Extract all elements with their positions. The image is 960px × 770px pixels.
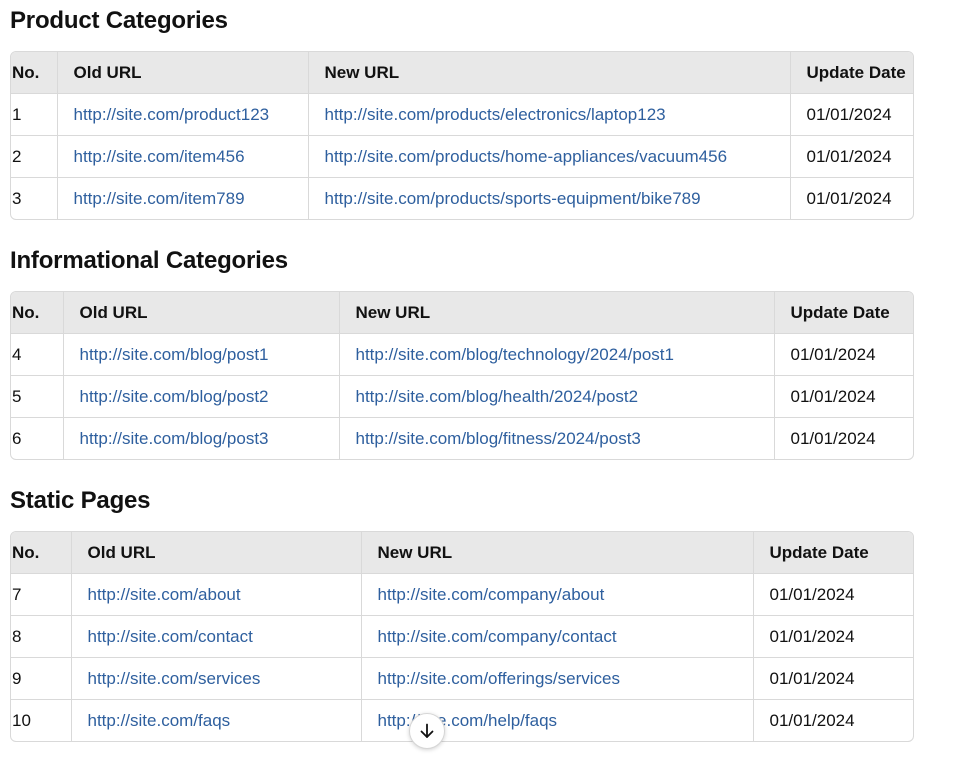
- new-url-link[interactable]: http://site.com/products/sports-equipmen…: [308, 177, 791, 219]
- section-title: Product Categories: [10, 7, 228, 34]
- update-date: 01/01/2024: [753, 573, 913, 616]
- new-url-link[interactable]: http://site.com/offerings/services: [361, 657, 754, 700]
- header-no: No.: [11, 292, 64, 334]
- new-url-link[interactable]: http://site.com/blog/technology/2024/pos…: [339, 333, 775, 376]
- update-date: 01/01/2024: [790, 428, 876, 448]
- header-new-url: New URL: [361, 532, 754, 574]
- old-url-link[interactable]: http://site.com/item456: [57, 135, 309, 178]
- table-row: 9 http://site.com/services http://site.c…: [11, 657, 913, 700]
- table-row: 2 http://site.com/item456 http://site.co…: [11, 135, 913, 178]
- header-old-url: Old URL: [57, 52, 309, 94]
- old-url-link[interactable]: http://site.com/product123: [57, 93, 309, 136]
- new-url-link[interactable]: http://site.com/products/home-appliances…: [308, 135, 791, 178]
- old-url-link[interactable]: http://site.com/blog/post1: [63, 333, 340, 376]
- new-url-link[interactable]: http://site.com/company/contact: [361, 615, 754, 658]
- update-date: 01/01/2024: [753, 615, 913, 658]
- section-product-categories: Product Categories No. Old URL New URL U…: [10, 5, 914, 220]
- static-pages-table: No. Old URL New URL Update Date 7 http:/…: [10, 531, 914, 742]
- table-row: 4 http://site.com/blog/post1 http://site…: [11, 333, 913, 376]
- new-url-link[interactable]: http://site.com/blog/health/2024/post2: [339, 375, 775, 418]
- row-number: 9: [11, 657, 72, 700]
- row-number: 1: [11, 93, 58, 136]
- old-url-link[interactable]: http://site.com/contact: [71, 615, 362, 658]
- header-update-date: Update Date: [790, 52, 913, 94]
- row-number: 10: [11, 699, 72, 741]
- header-no: No.: [11, 52, 58, 94]
- update-date: 01/01/2024: [774, 375, 913, 418]
- header-old-url: Old URL: [71, 532, 362, 574]
- section-title: Informational Categories: [10, 247, 288, 274]
- row-number: 6: [11, 417, 64, 459]
- old-url-link[interactable]: http://site.com/item789: [57, 177, 309, 219]
- new-url-link[interactable]: http://site.com/blog/fitness/2024/post3: [339, 417, 775, 459]
- header-new-url: New URL: [308, 52, 791, 94]
- table-row: 8 http://site.com/contact http://site.co…: [11, 615, 913, 658]
- old-url-link[interactable]: http://site.com/about: [71, 573, 362, 616]
- row-number: 4: [11, 333, 64, 376]
- arrow-down-icon: [420, 723, 434, 738]
- section-title: Static Pages: [10, 487, 151, 514]
- row-number: 8: [11, 615, 72, 658]
- update-date: 01/01/2024: [774, 333, 913, 376]
- old-url-link[interactable]: http://site.com/blog/post2: [63, 375, 340, 418]
- product-categories-table: No. Old URL New URL Update Date 1 http:/…: [10, 51, 914, 220]
- table-row: 7 http://site.com/about http://site.com/…: [11, 573, 913, 616]
- header-no: No.: [11, 532, 72, 574]
- informational-categories-table: No. Old URL New URL Update Date 4 http:/…: [10, 291, 914, 460]
- old-url-link[interactable]: http://site.com/services: [71, 657, 362, 700]
- header-old-url: Old URL: [63, 292, 340, 334]
- row-number: 7: [11, 573, 72, 616]
- row-number: 5: [11, 375, 64, 418]
- new-url-link[interactable]: http://site.com/products/electronics/lap…: [308, 93, 791, 136]
- table-row: 6 http://site.com/blog/post3 http://site…: [11, 417, 913, 459]
- table-row: 5 http://site.com/blog/post2 http://site…: [11, 375, 913, 418]
- table-row: 10 http://site.com/faqs http://site.com/…: [11, 699, 913, 741]
- new-url-link[interactable]: http://site.com/company/about: [361, 573, 754, 616]
- section-static-pages: Static Pages No. Old URL New URL Update …: [10, 485, 914, 742]
- old-url-link[interactable]: http://site.com/blog/post3: [63, 417, 340, 459]
- header-update-date: Update Date: [774, 292, 913, 334]
- row-number: 2: [11, 135, 58, 178]
- table-header-row: No. Old URL New URL Update Date: [11, 52, 913, 94]
- section-informational-categories: Informational Categories No. Old URL New…: [10, 245, 914, 460]
- update-date: 01/01/2024: [806, 188, 892, 208]
- scroll-down-button[interactable]: [409, 713, 445, 749]
- update-date: 01/01/2024: [790, 135, 913, 178]
- header-update-date: Update Date: [753, 532, 913, 574]
- old-url-link[interactable]: http://site.com/faqs: [71, 699, 362, 741]
- update-date: 01/01/2024: [769, 710, 855, 730]
- row-number: 3: [11, 177, 58, 219]
- table-header-row: No. Old URL New URL Update Date: [11, 532, 913, 574]
- header-new-url: New URL: [339, 292, 775, 334]
- update-date: 01/01/2024: [753, 657, 913, 700]
- table-row: 1 http://site.com/product123 http://site…: [11, 93, 913, 136]
- table-row: 3 http://site.com/item789 http://site.co…: [11, 177, 913, 219]
- table-header-row: No. Old URL New URL Update Date: [11, 292, 913, 334]
- update-date: 01/01/2024: [790, 93, 913, 136]
